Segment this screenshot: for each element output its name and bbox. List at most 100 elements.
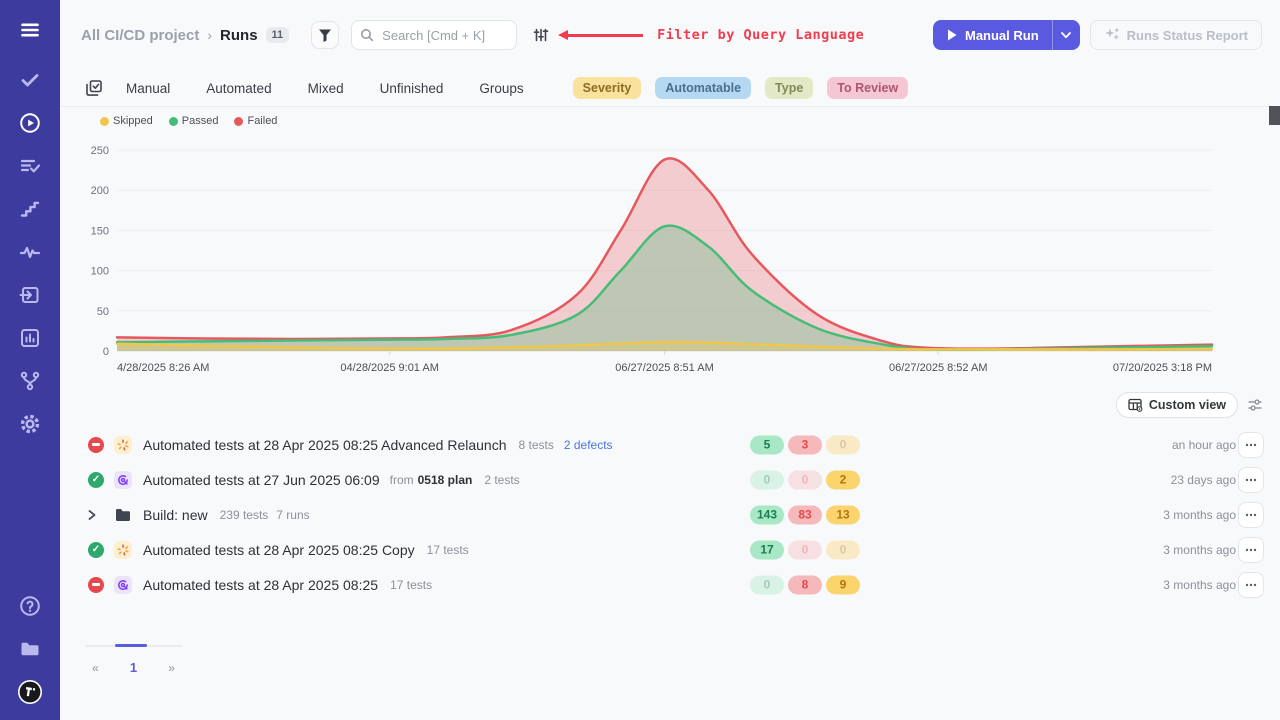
plan-icon: [114, 576, 132, 594]
skipped-count-badge: 9: [826, 575, 860, 594]
filter-pill-type[interactable]: Type: [765, 77, 813, 99]
spark-icon: [114, 436, 132, 454]
runs-status-report-label: Runs Status Report: [1127, 28, 1248, 43]
run-tests-count: 8 tests: [518, 438, 553, 452]
failed-count-badge: 83: [788, 505, 822, 524]
pagination-active-indicator: [115, 644, 147, 647]
ellipsis-icon: [1245, 513, 1257, 517]
page-next-button[interactable]: »: [168, 661, 175, 675]
select-items-icon[interactable]: [85, 79, 103, 97]
tab-mixed[interactable]: Mixed: [308, 81, 344, 96]
row-more-button[interactable]: [1238, 537, 1264, 563]
scrollbar-thumb[interactable]: [1269, 106, 1280, 125]
ellipsis-icon: [1245, 478, 1257, 482]
tab-unfinished[interactable]: Unfinished: [380, 81, 444, 96]
result-badges: 0 0 2: [750, 470, 860, 489]
manual-run-dropdown-button[interactable]: [1053, 20, 1080, 50]
branch-icon[interactable]: [18, 369, 42, 393]
passed-count-badge: 0: [750, 470, 784, 489]
runs-count-badge: 11: [266, 27, 290, 43]
passed-dot-icon: [169, 117, 178, 126]
query-language-filter-icon[interactable]: [533, 27, 549, 43]
ellipsis-icon: [1245, 548, 1257, 552]
svg-text:200: 200: [91, 185, 109, 197]
breadcrumb-project[interactable]: All CI/CD project: [81, 27, 199, 44]
failed-count-badge: 3: [788, 435, 822, 454]
search-input[interactable]: [380, 27, 504, 44]
svg-text:100: 100: [91, 266, 109, 278]
import-box-icon[interactable]: [18, 283, 42, 307]
row-more-button[interactable]: [1238, 467, 1264, 493]
svg-text:0: 0: [103, 346, 109, 358]
result-badges: 17 0 0: [750, 540, 860, 559]
tab-automated[interactable]: Automated: [206, 81, 271, 96]
svg-text:04/28/2025 9:01 AM: 04/28/2025 9:01 AM: [340, 362, 438, 374]
list-check-icon[interactable]: [18, 154, 42, 178]
passed-count-badge: 143: [750, 505, 784, 524]
play-icon: [947, 29, 957, 41]
run-from-label: from: [390, 473, 414, 487]
run-row[interactable]: Automated tests at 27 Jun 2025 06:09 fro…: [60, 462, 1280, 497]
steps-icon[interactable]: [18, 197, 42, 221]
page-prev-button[interactable]: «: [92, 661, 99, 675]
ellipsis-icon: [1245, 583, 1257, 587]
row-more-button[interactable]: [1238, 432, 1264, 458]
bar-chart-icon[interactable]: [18, 326, 42, 350]
legend-passed[interactable]: Passed: [169, 115, 219, 127]
skipped-count-badge: 0: [826, 435, 860, 454]
result-badges: 143 83 13: [750, 505, 860, 524]
run-row[interactable]: Automated tests at 28 Apr 2025 08:25 Adv…: [60, 427, 1280, 462]
gear-icon[interactable]: [18, 412, 42, 436]
custom-view-label: Custom view: [1149, 398, 1226, 412]
run-title: Automated tests at 27 Jun 2025 06:09: [143, 472, 380, 488]
row-more-button[interactable]: [1238, 572, 1264, 598]
manual-run-button[interactable]: Manual Run: [933, 20, 1052, 50]
view-settings-sliders-icon[interactable]: [1247, 398, 1263, 417]
passed-count-badge: 17: [750, 540, 784, 559]
pulse-icon[interactable]: [18, 240, 42, 264]
logo[interactable]: [18, 680, 42, 704]
run-tests-count: 17 tests: [427, 543, 469, 557]
folders-icon[interactable]: [18, 637, 42, 661]
run-time: 3 months ago: [1163, 508, 1236, 522]
page-number[interactable]: 1: [130, 660, 137, 675]
manual-run-split-button: Manual Run: [933, 20, 1080, 50]
runs-status-report-button[interactable]: Runs Status Report: [1090, 20, 1262, 50]
passed-count-badge: 0: [750, 575, 784, 594]
run-title: Automated tests at 28 Apr 2025 08:25 Cop…: [143, 542, 415, 558]
filter-pill-automatable[interactable]: Automatable: [655, 77, 751, 99]
pagination: « 1 »: [85, 645, 182, 675]
sparkles-icon: [1104, 27, 1120, 43]
spark-icon: [114, 541, 132, 559]
tab-groups[interactable]: Groups: [479, 81, 523, 96]
tabs-row: Manual Automated Mixed Unfinished Groups…: [60, 70, 1280, 107]
help-icon[interactable]: [18, 594, 42, 618]
status-passed-icon: [88, 472, 104, 488]
legend-failed[interactable]: Failed: [234, 115, 277, 127]
legend-skipped[interactable]: Skipped: [100, 115, 153, 127]
expand-chevron-icon[interactable]: [88, 510, 104, 520]
run-group-row[interactable]: Build: new 239 tests 7 runs 143 83 13 3 …: [60, 497, 1280, 532]
run-row[interactable]: Automated tests at 28 Apr 2025 08:25 Cop…: [60, 532, 1280, 567]
result-badges: 0 8 9: [750, 575, 860, 594]
filter-pill-to-review[interactable]: To Review: [827, 77, 908, 99]
row-more-button[interactable]: [1238, 502, 1264, 528]
skipped-count-badge: 0: [826, 540, 860, 559]
filter-funnel-button[interactable]: [311, 21, 339, 49]
status-failed-icon: [88, 437, 104, 453]
search-box[interactable]: [351, 20, 517, 50]
check-icon[interactable]: [18, 68, 42, 92]
breadcrumb-separator: ›: [207, 27, 212, 43]
run-row[interactable]: Automated tests at 28 Apr 2025 08:25 17 …: [60, 567, 1280, 602]
filter-pill-severity[interactable]: Severity: [573, 77, 642, 99]
play-circle-icon[interactable]: [18, 111, 42, 135]
search-icon: [360, 28, 374, 42]
chart-legend: Skipped Passed Failed: [100, 115, 277, 127]
tab-manual[interactable]: Manual: [126, 81, 170, 96]
passed-count-badge: 5: [750, 435, 784, 454]
svg-text:250: 250: [91, 145, 109, 157]
custom-view-button[interactable]: Custom view: [1116, 392, 1238, 418]
list-toolbar: Custom view: [60, 385, 1280, 425]
hamburger-icon[interactable]: [18, 18, 42, 42]
defects-link[interactable]: 2 defects: [564, 438, 613, 452]
